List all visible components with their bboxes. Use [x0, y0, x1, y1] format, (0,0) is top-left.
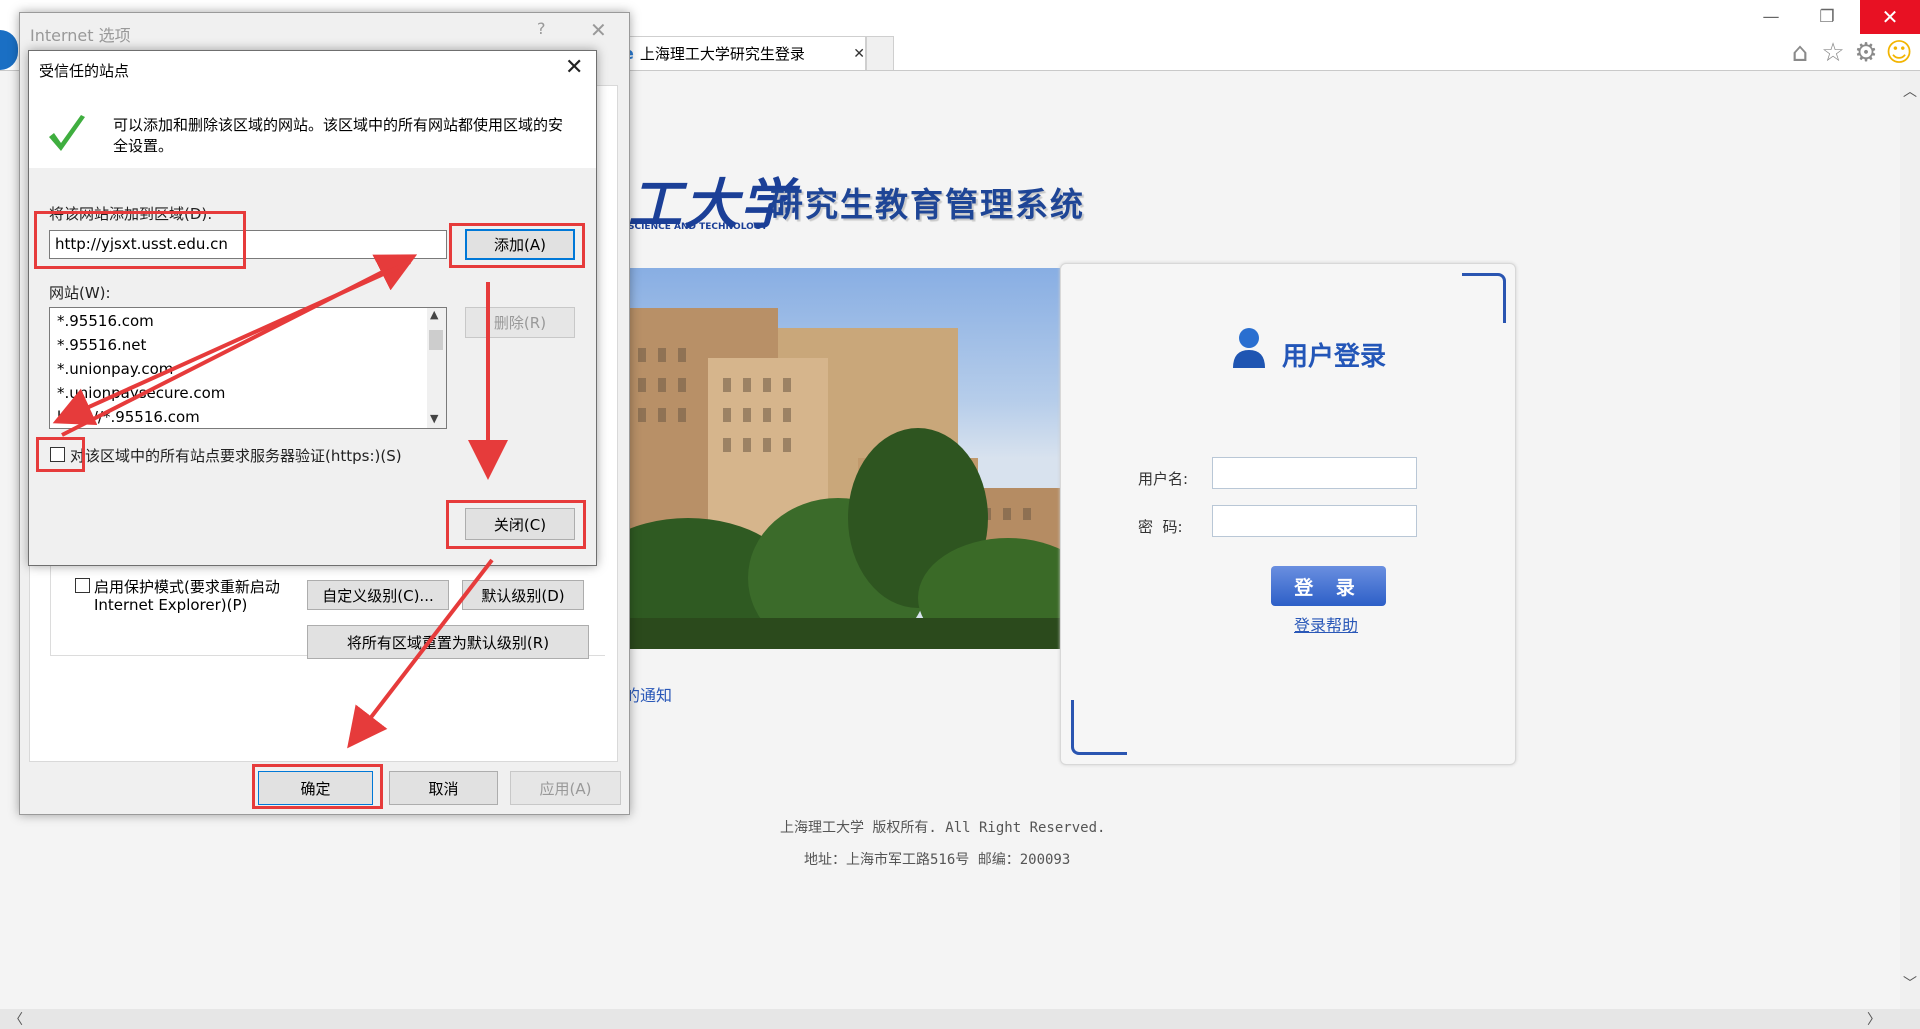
notice-link[interactable]: 的通知	[624, 682, 672, 706]
dialog-title: Internet 选项	[30, 26, 131, 45]
close-icon[interactable]: ✕	[590, 18, 607, 42]
annotation-box-close	[446, 500, 586, 549]
list-item[interactable]: *.unionpaysecure.com	[57, 384, 225, 402]
scroll-left-icon[interactable]: 〈	[6, 1009, 26, 1029]
help-icon[interactable]: ?	[537, 19, 546, 38]
annotation-box-ok	[252, 764, 383, 809]
reset-all-zones-button[interactable]: 将所有区域重置为默认级别(R)	[307, 625, 589, 659]
footer-address: 地址：上海市军工路516号 邮编：200093	[804, 852, 1071, 868]
websites-label: 网站(W):	[49, 284, 111, 302]
campus-photo	[628, 268, 1060, 649]
tab-yjsxt[interactable]: e 上海理工大学研究生登录 ✕	[622, 36, 866, 70]
list-item[interactable]: http://*.95516.com	[57, 408, 200, 426]
list-scrollbar[interactable]: ▲ ▼	[427, 308, 446, 428]
websites-list[interactable]: *.95516.com *.95516.net *.unionpay.com *…	[49, 307, 447, 429]
scroll-right-icon[interactable]: 〉	[1864, 1009, 1884, 1029]
smiley-icon[interactable]: ☺	[1884, 38, 1914, 68]
cancel-button[interactable]: 取消	[389, 771, 498, 805]
horizontal-scrollbar[interactable]: 〈 〉	[0, 1009, 1920, 1029]
scroll-up-icon[interactable]: ︿	[1900, 81, 1920, 101]
trusted-sites-dialog: 受信任的站点 ✕ 可以添加和删除该区域的网站。该区域中的所有网站都使用区域的安全…	[28, 50, 597, 566]
protected-mode-label: 启用保护模式(要求重新启动	[94, 578, 280, 596]
restore-button[interactable]: ❐	[1799, 0, 1855, 34]
remove-button[interactable]: 删除(R)	[465, 307, 575, 338]
password-input[interactable]	[1212, 505, 1417, 537]
footer-copyright: 上海理工大学 版权所有. All Right Reserved.	[780, 820, 1106, 836]
new-tab-button[interactable]	[866, 36, 894, 70]
scroll-down-icon[interactable]: ▼	[430, 412, 438, 425]
tab-close-icon[interactable]: ✕	[853, 46, 865, 62]
annotation-box-checkbox	[36, 437, 85, 472]
login-help-link[interactable]: 登录帮助	[1294, 612, 1358, 636]
default-level-button[interactable]: 默认级别(D)	[462, 580, 584, 610]
protected-mode-label-2: Internet Explorer)(P)	[94, 596, 248, 614]
list-item[interactable]: *.unionpay.com	[57, 360, 173, 378]
user-icon	[1231, 326, 1267, 368]
scroll-down-icon[interactable]: ﹀	[1900, 973, 1920, 993]
system-title: 研究生教育管理系统	[770, 185, 1085, 224]
annotation-box-url	[34, 211, 246, 269]
annotation-box-add	[449, 223, 585, 268]
list-item[interactable]: *.95516.net	[57, 336, 146, 354]
star-icon[interactable]: ☆	[1818, 38, 1848, 68]
login-title: 用户登录	[1282, 342, 1387, 372]
username-input[interactable]	[1212, 457, 1417, 489]
close-window-button[interactable]: ✕	[1860, 0, 1920, 34]
minimize-button[interactable]: —	[1743, 0, 1799, 34]
tab-label: 上海理工大学研究生登录	[639, 45, 805, 63]
username-label: 用户名:	[1138, 470, 1189, 488]
apply-button[interactable]: 应用(A)	[510, 771, 621, 805]
card-corner-decoration	[1071, 700, 1127, 755]
scroll-up-icon[interactable]: ▲	[430, 308, 438, 321]
home-icon[interactable]: ⌂	[1785, 38, 1815, 68]
checkmark-icon	[47, 113, 87, 157]
vertical-scrollbar[interactable]: ︿ ﹀	[1900, 71, 1920, 1009]
protected-mode-checkbox[interactable]	[75, 578, 90, 593]
dialog-title: 受信任的站点	[39, 62, 130, 80]
scroll-thumb[interactable]	[429, 330, 443, 350]
https-checkbox-label: 对该区域中的所有站点要求服务器验证(https:)(S)	[70, 447, 402, 465]
card-corner-decoration	[1462, 273, 1506, 323]
login-button[interactable]: 登 录	[1271, 566, 1386, 606]
back-button[interactable]	[0, 30, 18, 70]
gear-icon[interactable]: ⚙	[1851, 38, 1881, 68]
list-item[interactable]: *.95516.com	[57, 312, 154, 330]
university-logo-subtext: SCIENCE AND TECHNOLOGY	[628, 222, 768, 232]
close-icon[interactable]: ✕	[565, 55, 583, 80]
custom-level-button[interactable]: 自定义级别(C)...	[307, 580, 449, 610]
dialog-description: 可以添加和删除该区域的网站。该区域中的所有网站都使用区域的安全设置。	[113, 116, 564, 155]
password-label: 密 码:	[1138, 518, 1183, 536]
campus-photo-image	[628, 308, 1060, 649]
